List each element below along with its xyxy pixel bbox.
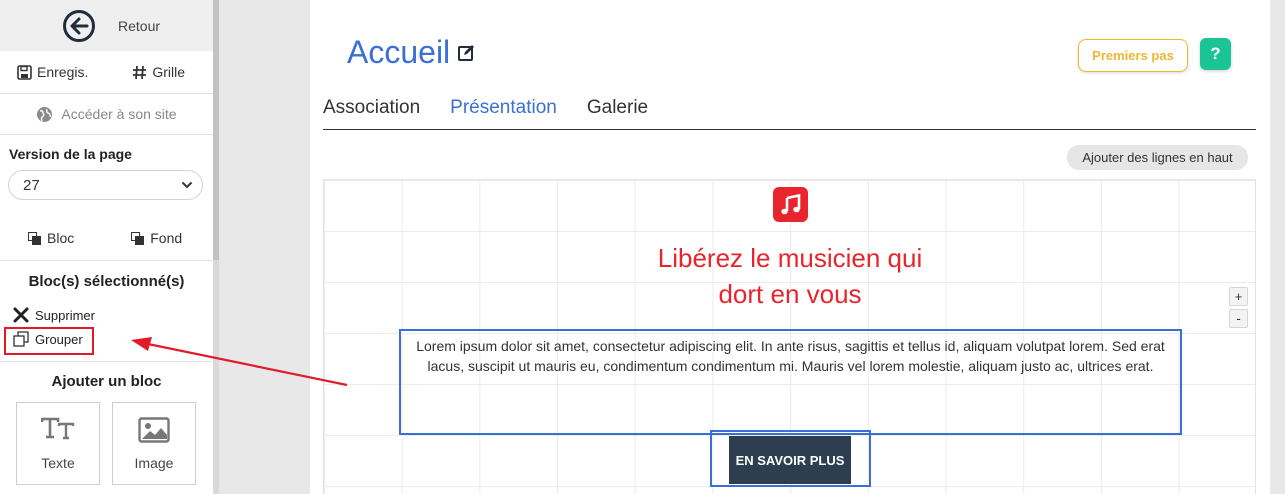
floppy-icon <box>17 64 32 80</box>
selected-text-block[interactable]: Lorem ipsum dolor sit amet, consectetur … <box>399 329 1182 435</box>
layers-icon <box>131 231 145 245</box>
sidebar: Retour Enregis. Grille Accéder à son sit… <box>0 0 213 494</box>
headline[interactable]: Libérez le musicien qui dort en vous <box>310 240 1270 312</box>
arrow-left-circle-icon <box>63 9 95 42</box>
visit-site-link[interactable]: Accéder à son site <box>0 94 213 135</box>
bloc-fond-row: Bloc Fond <box>0 216 213 261</box>
headline-line-2: dort en vous <box>718 279 862 309</box>
close-icon <box>13 307 29 323</box>
back-label: Retour <box>118 17 161 34</box>
tile-label: Image <box>134 455 174 471</box>
copy-icon <box>13 331 29 347</box>
tile-label: Texte <box>41 455 75 471</box>
save-button[interactable]: Enregis. <box>17 64 88 80</box>
divider <box>0 361 213 362</box>
version-value: 27 <box>23 176 40 194</box>
fond-button[interactable]: Fond <box>131 230 182 246</box>
grid-button[interactable]: Grille <box>132 64 185 80</box>
music-icon[interactable] <box>773 187 808 222</box>
text-block-content: Lorem ipsum dolor sit amet, consectetur … <box>416 338 1165 374</box>
version-title: Version de la page <box>9 146 132 162</box>
music-note-icon <box>780 193 800 214</box>
selected-blocks-title: Bloc(s) sélectionné(s) <box>28 273 185 290</box>
add-text-tile[interactable]: Texte <box>16 402 100 485</box>
hash-grid-icon <box>133 65 147 79</box>
layers-icon <box>28 231 41 245</box>
delete-label: Supprimer <box>35 307 95 323</box>
tabs-divider <box>323 129 1256 130</box>
fond-label: Fond <box>150 230 183 246</box>
tab-association[interactable]: Association <box>323 97 420 119</box>
page-title-text: Accueil <box>347 34 451 70</box>
add-image-tile[interactable]: Image <box>112 402 196 485</box>
sidebar-scrollbar[interactable] <box>213 0 219 494</box>
page-title: Accueil <box>347 34 475 71</box>
headline-line-1: Libérez le musicien qui <box>657 243 923 273</box>
remove-row-button[interactable]: - <box>1229 309 1248 328</box>
version-select[interactable]: 27 <box>8 170 203 200</box>
premiers-pas-button[interactable]: Premiers pas <box>1078 39 1188 72</box>
visit-site-label: Accéder à son site <box>61 106 177 122</box>
grid-label: Grille <box>152 64 186 80</box>
add-block-title: Ajouter un bloc <box>51 373 162 390</box>
bloc-label: Bloc <box>47 230 75 246</box>
back-button[interactable]: Retour <box>0 0 213 51</box>
bloc-button[interactable]: Bloc <box>28 230 74 246</box>
en-savoir-plus-button[interactable]: EN SAVOIR PLUS <box>729 436 851 484</box>
editor-canvas: Accueil Premiers pas ? Association Prése… <box>310 0 1270 494</box>
group-label: Grouper <box>35 331 83 347</box>
text-icon <box>41 417 75 440</box>
save-grid-row: Enregis. Grille <box>0 51 213 94</box>
group-button[interactable]: Grouper <box>13 331 83 347</box>
add-row-button[interactable]: + <box>1229 287 1248 306</box>
delete-button[interactable]: Supprimer <box>13 307 95 323</box>
save-label: Enregis. <box>37 64 89 80</box>
globe-icon <box>37 106 53 122</box>
tab-presentation[interactable]: Présentation <box>450 97 557 119</box>
add-lines-top-button[interactable]: Ajouter des lignes en haut <box>1067 145 1248 170</box>
help-button[interactable]: ? <box>1200 38 1231 70</box>
page-tabs: Association Présentation Galerie <box>323 97 648 119</box>
image-icon <box>138 417 170 443</box>
tab-galerie[interactable]: Galerie <box>587 97 648 119</box>
edit-icon[interactable] <box>458 44 475 61</box>
chevron-down-icon <box>181 181 193 189</box>
